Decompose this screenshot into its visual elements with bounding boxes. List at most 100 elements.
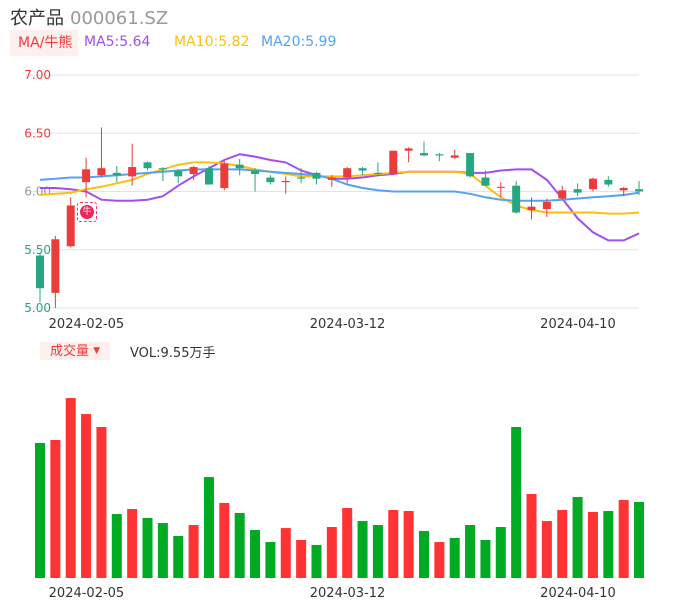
candle-body (158, 168, 167, 170)
candle (51, 235, 60, 308)
candle (235, 158, 244, 176)
candle-body (358, 168, 367, 171)
candle-body (558, 190, 567, 199)
candle (204, 165, 213, 185)
volume-bar (127, 509, 138, 578)
candle-body (435, 154, 444, 156)
volume-bar (326, 527, 337, 578)
volume-x-tick-label: 2024-02-05 (49, 586, 125, 601)
volume-bar (96, 427, 107, 578)
candle-body (281, 181, 290, 183)
volume-bar (419, 530, 429, 578)
candle-body (420, 153, 428, 156)
volume-bar (465, 525, 476, 578)
volume-bar (572, 497, 583, 578)
candle (343, 167, 352, 184)
candle-body (373, 172, 382, 175)
candle (312, 171, 321, 185)
candle-body (635, 189, 644, 192)
candle-body (496, 186, 505, 188)
volume-bar (173, 535, 184, 578)
caret-down-icon: ▼ (93, 346, 101, 356)
y-tick-label: 7.00 (24, 68, 51, 82)
volume-bar (157, 523, 168, 578)
volume-bar (280, 528, 291, 578)
candle-body (389, 150, 398, 175)
x-tick-label: 2024-02-05 (49, 317, 125, 332)
candle-body (82, 169, 91, 183)
candle (143, 161, 152, 171)
candle-body (312, 172, 321, 179)
candle (466, 153, 475, 178)
volume-bar (81, 414, 92, 578)
volume-bar (372, 525, 383, 578)
volume-bar (449, 537, 460, 578)
candle (573, 183, 582, 197)
candle-body (174, 170, 183, 177)
candle (358, 167, 367, 176)
candle (435, 153, 444, 162)
volume-value: VOL:9.55万手 (130, 346, 216, 361)
kline-chart[interactable]: 7.00 6.50 6.00 5.50 5.00 2024-02-05 2024-03-12… (0, 0, 686, 606)
candle (404, 147, 413, 163)
candle (420, 141, 428, 157)
volume-bar (603, 511, 614, 578)
candle (251, 168, 260, 192)
volume-bar (480, 539, 491, 578)
candle (389, 150, 398, 176)
candle (604, 176, 613, 187)
volume-bar (618, 500, 629, 578)
volume-bar (526, 493, 537, 578)
volume-bar (111, 514, 122, 578)
candle-body (97, 168, 106, 176)
candle (266, 175, 275, 185)
volume-bar (50, 439, 61, 578)
candle-body (143, 162, 152, 169)
volume-bar (250, 530, 261, 578)
candle-body (36, 255, 44, 289)
y-tick-label: 6.00 (24, 185, 51, 199)
volume-x-tick-label: 2024-03-12 (310, 586, 386, 601)
volume-bar (357, 521, 368, 578)
volume-bar (511, 427, 522, 578)
volume-bar (203, 477, 214, 578)
volume-bar (265, 542, 276, 578)
volume-bar (495, 527, 506, 578)
volume-bar (403, 511, 414, 578)
candle-body (512, 185, 521, 213)
candle-body (327, 177, 336, 180)
candle-body (343, 168, 352, 178)
y-tick-label: 5.00 (24, 301, 51, 315)
candle-body (189, 167, 198, 175)
candle-body (66, 205, 75, 247)
volume-bar (142, 518, 153, 578)
candle (112, 165, 121, 183)
candle-body (527, 206, 536, 211)
candle-body (450, 155, 459, 158)
candle-body (204, 168, 213, 185)
candle-body (112, 172, 121, 176)
x-tick-label: 2024-04-10 (540, 317, 616, 332)
volume-bar (65, 398, 76, 578)
volume-bar (234, 513, 245, 578)
candle-body (404, 148, 413, 151)
volume-bar (311, 544, 322, 578)
candle-body (588, 178, 597, 190)
volume-bar (188, 525, 199, 578)
candle-body (220, 163, 229, 189)
candle-body (573, 189, 582, 193)
candle-body (466, 153, 475, 177)
volume-bar (388, 509, 399, 578)
candle (158, 167, 167, 182)
volume-bar (296, 539, 307, 578)
volume-bar (541, 521, 552, 578)
y-tick-label: 5.50 (24, 243, 51, 257)
bull-badge-icon: 牛 (77, 202, 97, 222)
volume-bar (342, 507, 353, 578)
volume-indicator-dropdown[interactable]: 成交量 ▼ (40, 342, 111, 360)
candle (220, 161, 229, 191)
volume-bar (35, 442, 45, 578)
candle-body (51, 239, 60, 293)
candle (174, 169, 183, 184)
candle-body (481, 177, 490, 186)
